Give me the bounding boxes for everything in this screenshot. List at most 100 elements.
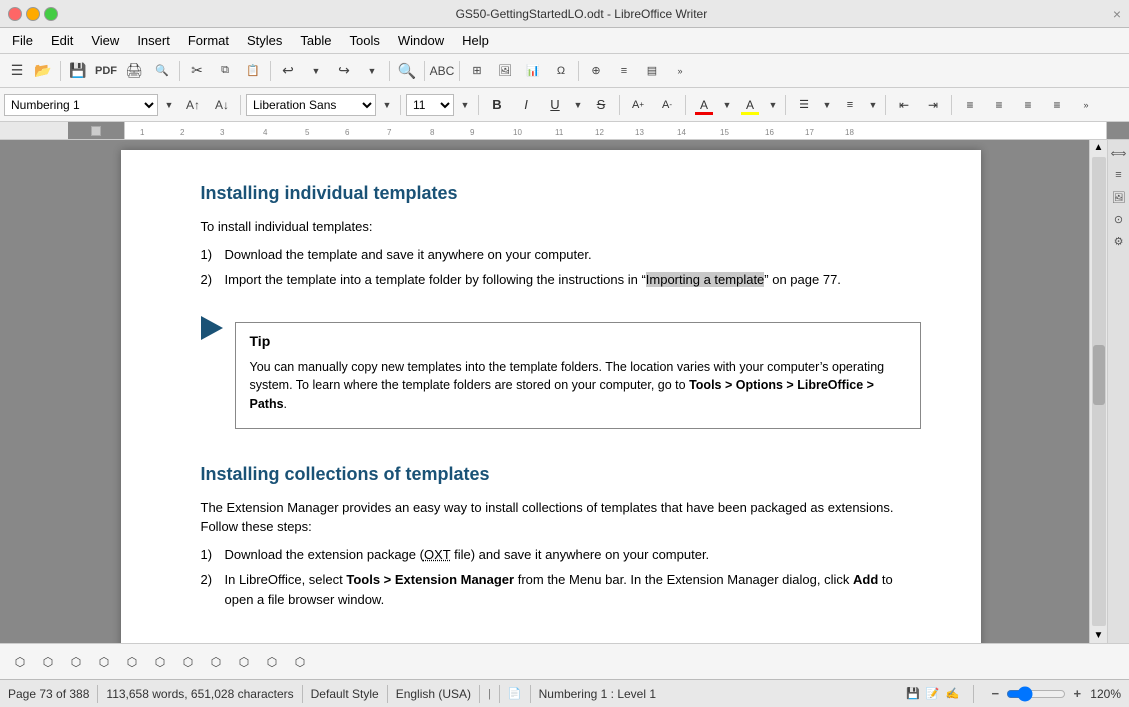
print-preview-button[interactable]: 🔍 — [149, 58, 175, 84]
scroll-thumb[interactable] — [1093, 345, 1105, 405]
more-button[interactable]: » — [667, 58, 693, 84]
menu-view[interactable]: View — [83, 31, 127, 50]
zoom-out-button[interactable]: − — [988, 687, 1002, 701]
para-intro: To install individual templates: — [201, 217, 921, 237]
image-insert-button[interactable]: 🖼 — [492, 58, 518, 84]
view-options-icon[interactable]: ⟺ — [1110, 144, 1128, 162]
table-insert-button[interactable]: ⊞ — [464, 58, 490, 84]
special-chars-button[interactable]: Ω — [548, 58, 574, 84]
chart-insert-button[interactable]: 📊 — [520, 58, 546, 84]
bold-button[interactable]: B — [484, 92, 510, 118]
styles-panel-icon[interactable]: ≡ — [1110, 166, 1128, 184]
save-as-pdf-button[interactable]: PDF — [93, 58, 119, 84]
subscript-button[interactable]: A- — [654, 92, 680, 118]
save-button[interactable]: 💾 — [65, 58, 91, 84]
properties-icon[interactable]: ⚙ — [1110, 232, 1128, 250]
print-button[interactable]: 🖨 — [121, 58, 147, 84]
navigator-button[interactable]: ⊕ — [583, 58, 609, 84]
zoom-slider[interactable] — [1006, 687, 1066, 701]
close-button[interactable] — [8, 7, 22, 21]
scroll-down-button[interactable]: ▼ — [1092, 628, 1106, 643]
open-button[interactable]: 📂 — [30, 58, 56, 84]
list-2[interactable]: ⬡ — [260, 650, 284, 674]
ruler-corner[interactable] — [91, 126, 101, 136]
sidebar-button[interactable]: ▤ — [639, 58, 665, 84]
font-size-increase[interactable]: A↑ — [180, 92, 206, 118]
align-bottom-right[interactable]: ⬡ — [64, 650, 88, 674]
font-dropdown[interactable]: Liberation Sans Arial Times New Roman — [246, 94, 376, 116]
align-bottom-center[interactable]: ⬡ — [36, 650, 60, 674]
align-left-button[interactable]: ≡ — [957, 92, 983, 118]
indent-4[interactable]: ⬡ — [204, 650, 228, 674]
align-right-button[interactable]: ≡ — [1015, 92, 1041, 118]
minimize-button[interactable] — [26, 7, 40, 21]
font-color-button[interactable]: A — [691, 92, 717, 118]
document-body[interactable]: Installing individual templates To insta… — [121, 150, 981, 643]
document-scroll[interactable]: Installing individual templates To insta… — [12, 140, 1089, 643]
scroll-up-button[interactable]: ▲ — [1092, 140, 1106, 155]
indent-3[interactable]: ⬡ — [176, 650, 200, 674]
menu-styles[interactable]: Styles — [239, 31, 290, 50]
highlight-options-icon[interactable]: ▼ — [766, 92, 780, 118]
list-options-icon[interactable]: ▼ — [820, 92, 834, 118]
status-sep-1 — [97, 685, 98, 703]
indent-increase-button[interactable]: ⇥ — [920, 92, 946, 118]
undo-history-button[interactable]: ▼ — [303, 58, 329, 84]
underline-button[interactable]: U — [542, 92, 568, 118]
new-button[interactable]: ☰ — [4, 58, 30, 84]
styles-button[interactable]: ≡ — [611, 58, 637, 84]
italic-button[interactable]: I — [513, 92, 539, 118]
copy-button[interactable]: ⧉ — [212, 58, 238, 84]
align-bottom-2[interactable]: ⬡ — [92, 650, 116, 674]
font-size-dropdown[interactable]: 11 10 12 14 16 — [406, 94, 454, 116]
menu-file[interactable]: File — [4, 31, 41, 50]
font-size-dropdown-icon[interactable]: ▼ — [457, 92, 473, 118]
indent-2[interactable]: ⬡ — [148, 650, 172, 674]
undo-button[interactable]: ↩ — [275, 58, 301, 84]
menu-insert[interactable]: Insert — [129, 31, 178, 50]
indent-decrease-button[interactable]: ⇤ — [891, 92, 917, 118]
more-formatting-button[interactable]: » — [1073, 92, 1099, 118]
menu-window[interactable]: Window — [390, 31, 452, 50]
align-bottom-left[interactable]: ⬡ — [8, 650, 32, 674]
menu-table[interactable]: Table — [292, 31, 339, 50]
gallery-icon[interactable]: 🖼 — [1110, 188, 1128, 206]
scroll-track[interactable] — [1092, 157, 1106, 626]
redo-history-button[interactable]: ▼ — [359, 58, 385, 84]
font-color-options-icon[interactable]: ▼ — [720, 92, 734, 118]
vertical-scrollbar[interactable]: ▲ ▼ — [1089, 140, 1107, 643]
status-right: 💾 📝 ✍ − + 120% — [906, 685, 1121, 703]
menu-format[interactable]: Format — [180, 31, 237, 50]
maximize-button[interactable] — [44, 7, 58, 21]
cut-button[interactable]: ✂ — [184, 58, 210, 84]
underline-options-icon[interactable]: ▼ — [571, 92, 585, 118]
find-button[interactable]: 🔍 — [394, 58, 420, 84]
font-size-decrease[interactable]: A↓ — [209, 92, 235, 118]
zoom-control[interactable]: − + — [988, 687, 1084, 701]
menu-help[interactable]: Help — [454, 31, 497, 50]
superscript-button[interactable]: A+ — [625, 92, 651, 118]
navigator-panel-icon[interactable]: ⊙ — [1110, 210, 1128, 228]
close-icon[interactable]: × — [1113, 6, 1121, 22]
strikethrough-button[interactable]: S — [588, 92, 614, 118]
menu-tools[interactable]: Tools — [341, 31, 387, 50]
list-ordered-button[interactable]: ≡ — [837, 92, 863, 118]
style-dropdown-icon[interactable]: ▼ — [161, 92, 177, 118]
list-ordered-options-icon[interactable]: ▼ — [866, 92, 880, 118]
align-justify-button[interactable]: ≡ — [1044, 92, 1070, 118]
toolbar-standard: ☰ 📂 💾 PDF 🖨 🔍 ✂ ⧉ 📋 ↩ ▼ ↪ ▼ 🔍 ABC ⊞ 🖼 📊 … — [0, 54, 1129, 88]
menu-edit[interactable]: Edit — [43, 31, 81, 50]
align-center-button[interactable]: ≡ — [986, 92, 1012, 118]
zoom-in-button[interactable]: + — [1070, 687, 1084, 701]
font-dropdown-icon[interactable]: ▼ — [379, 92, 395, 118]
redo-button[interactable]: ↪ — [331, 58, 357, 84]
list-unordered-button[interactable]: ☰ — [791, 92, 817, 118]
list-1[interactable]: ⬡ — [232, 650, 256, 674]
style-dropdown[interactable]: Numbering 1 Default Paragraph Style Head… — [4, 94, 158, 116]
spell-check-button[interactable]: ABC — [429, 58, 455, 84]
highlight-button[interactable]: A — [737, 92, 763, 118]
paragraph-style: Default Style — [311, 687, 379, 701]
indent-1[interactable]: ⬡ — [120, 650, 144, 674]
list-3[interactable]: ⬡ — [288, 650, 312, 674]
paste-button[interactable]: 📋 — [240, 58, 266, 84]
